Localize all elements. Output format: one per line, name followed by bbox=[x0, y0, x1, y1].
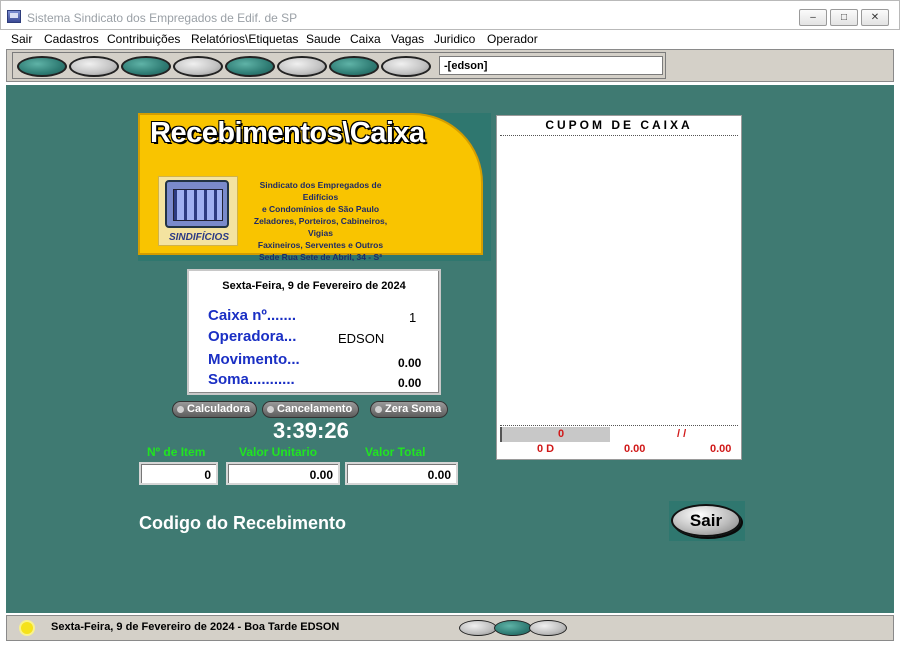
menu-operador[interactable]: Operador bbox=[487, 32, 538, 46]
page-title: Recebimentos\Caixa bbox=[150, 117, 425, 149]
menu-juridico[interactable]: Juridico bbox=[434, 32, 475, 46]
sindificios-logo: SINDIFÍCIOS bbox=[158, 176, 238, 246]
clock: 3:39:26 bbox=[273, 418, 349, 443]
item-number-field[interactable]: 0 bbox=[139, 462, 218, 485]
menu-contribuicoes[interactable]: Contribuições bbox=[107, 32, 180, 46]
menu-caixa[interactable]: Caixa bbox=[350, 32, 381, 46]
unit-value-label: Valor Unitario bbox=[239, 445, 318, 459]
toolbar-button-group: -[edson] bbox=[12, 52, 666, 79]
zera-soma-button[interactable]: Zera Soma bbox=[370, 401, 449, 418]
total-value-field[interactable]: 0.00 bbox=[345, 462, 458, 485]
cashier-info-panel: Sexta-Feira, 9 de Fevereiro de 2024 Caix… bbox=[187, 269, 441, 395]
main-panel: Recebimentos\Caixa SINDIFÍCIOS Sindicato… bbox=[6, 85, 894, 613]
movimento-label: Movimento... bbox=[208, 351, 300, 368]
user-field: -[edson] bbox=[439, 56, 663, 75]
item-label: Nº de Item bbox=[147, 445, 206, 459]
soma-value: 0.00 bbox=[398, 376, 422, 390]
toolbar-button-8[interactable] bbox=[381, 56, 431, 77]
status-button-2[interactable] bbox=[494, 620, 532, 636]
menu-bar: Sair Cadastros Contribuições Relatórios\… bbox=[0, 30, 900, 49]
menu-cadastros[interactable]: Cadastros bbox=[44, 32, 99, 46]
minimize-button[interactable]: – bbox=[799, 9, 827, 26]
status-text: Sexta-Feira, 9 de Fevereiro de 2024 - Bo… bbox=[51, 621, 340, 633]
cupom-total: 0.00 bbox=[710, 443, 732, 455]
caixa-value: 1 bbox=[409, 310, 417, 325]
status-bar: Sexta-Feira, 9 de Fevereiro de 2024 - Bo… bbox=[6, 615, 894, 641]
building-icon bbox=[165, 180, 229, 228]
cupom-code: 0 D bbox=[537, 443, 555, 455]
status-button-1[interactable] bbox=[459, 620, 497, 636]
cupom-highlight bbox=[500, 427, 610, 442]
cancelamento-button[interactable]: Cancelamento bbox=[262, 401, 360, 418]
close-button[interactable]: ✕ bbox=[861, 9, 889, 26]
cupom-title: CUPOM DE CAIXA bbox=[545, 118, 693, 132]
toolbar-button-1[interactable] bbox=[17, 56, 67, 77]
sun-icon bbox=[21, 622, 33, 634]
union-info-line: Faxineiros, Serventes e Outros bbox=[257, 240, 384, 250]
header-banner: Recebimentos\Caixa SINDIFÍCIOS Sindicato… bbox=[138, 113, 491, 261]
menu-vagas[interactable]: Vagas bbox=[391, 32, 424, 46]
cupom-date: / / bbox=[677, 428, 687, 440]
cupom-divider bbox=[500, 425, 738, 426]
toolbar-button-4[interactable] bbox=[173, 56, 223, 77]
title-bar: Sistema Sindicato dos Empregados de Edif… bbox=[0, 0, 900, 30]
movimento-value: 0.00 bbox=[398, 356, 422, 370]
toolbar-button-2[interactable] bbox=[69, 56, 119, 77]
sair-button-label[interactable]: Sair bbox=[671, 504, 741, 537]
cupom-item-count: 0 bbox=[558, 428, 565, 440]
toolbar-button-7[interactable] bbox=[329, 56, 379, 77]
operadora-label: Operadora... bbox=[208, 328, 297, 345]
total-value-label: Valor Total bbox=[365, 445, 426, 459]
maximize-button[interactable]: □ bbox=[830, 9, 858, 26]
toolbar-button-5[interactable] bbox=[225, 56, 275, 77]
menu-saude[interactable]: Saude bbox=[306, 32, 341, 46]
toolbar-button-3[interactable] bbox=[121, 56, 171, 77]
sair-button[interactable]: Sair bbox=[669, 501, 745, 541]
cupom-subtotal: 0.00 bbox=[624, 443, 646, 455]
soma-label: Soma........... bbox=[208, 371, 295, 388]
cupom-divider bbox=[500, 135, 738, 136]
union-info-line: Sede Rua Sete de Abril, 34 - S³ bbox=[259, 252, 382, 261]
menu-sair[interactable]: Sair bbox=[11, 32, 32, 46]
toolbar-button-6[interactable] bbox=[277, 56, 327, 77]
logo-text: SINDIFÍCIOS bbox=[168, 232, 229, 243]
info-date: Sexta-Feira, 9 de Fevereiro de 2024 bbox=[222, 280, 406, 292]
calculadora-button[interactable]: Calculadora bbox=[172, 401, 257, 418]
cupom-de-caixa: CUPOM DE CAIXA 0 / / 0 D 0.00 0.00 bbox=[496, 115, 742, 460]
toolbar: -[edson] bbox=[6, 49, 894, 82]
app-icon bbox=[7, 10, 21, 23]
status-button-3[interactable] bbox=[529, 620, 567, 636]
operadora-value: EDSON bbox=[338, 331, 385, 346]
union-info-line: Zeladores, Porteiros, Cabineiros, Vigias bbox=[253, 216, 388, 238]
unit-value-field[interactable]: 0.00 bbox=[226, 462, 340, 485]
codigo-recebimento-label: Codigo do Recebimento bbox=[139, 513, 346, 533]
menu-relatorios-etiquetas[interactable]: Relatórios\Etiquetas bbox=[191, 32, 298, 46]
union-info-line: Sindicato dos Empregados de Edifícios bbox=[259, 180, 382, 202]
window-title: Sistema Sindicato dos Empregados de Edif… bbox=[27, 11, 298, 25]
union-info-line: e Condomínios de São Paulo bbox=[261, 204, 380, 214]
union-info: Sindicato dos Empregados de Edifícios e … bbox=[248, 179, 393, 261]
caixa-label: Caixa nº....... bbox=[208, 307, 297, 324]
